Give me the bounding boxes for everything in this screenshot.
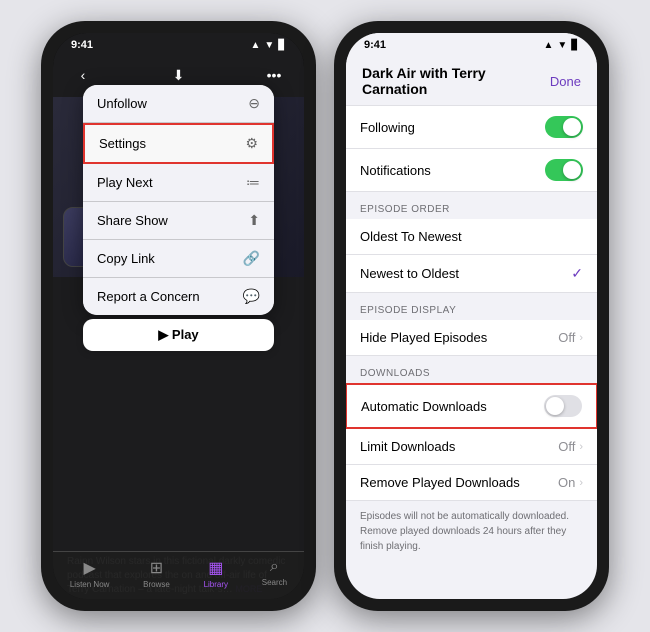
copy-link-icon: 🔗 xyxy=(243,250,260,267)
settings-header: Dark Air with Terry Carnation Done xyxy=(346,57,597,105)
row-newest-oldest[interactable]: Newest to Oldest ✓ xyxy=(346,255,597,293)
following-label: Following xyxy=(360,120,415,135)
dropdown-play-next[interactable]: Play Next ≔ xyxy=(83,164,274,202)
report-label: Report a Concern xyxy=(97,289,200,304)
notifications-label: Notifications xyxy=(360,163,431,178)
left-status-icons: ▲ ▼ ▊ xyxy=(250,40,286,51)
right-signal-icon: ▲ xyxy=(543,40,553,51)
play-button[interactable]: ▶ Play xyxy=(83,319,274,351)
right-phone: 9:41 ▲ ▼ ▊ Dark Air with Terry Carnation… xyxy=(334,21,609,611)
search-icon: ⌕ xyxy=(270,558,279,576)
limit-downloads-label: Limit Downloads xyxy=(360,439,455,454)
right-battery-icon: ▊ xyxy=(571,40,579,51)
row-oldest-newest[interactable]: Oldest To Newest xyxy=(346,219,597,255)
section-following: Following Notifications xyxy=(346,105,597,192)
dropdown-share[interactable]: Share Show ⬆ xyxy=(83,202,274,240)
dropdown-report[interactable]: Report a Concern 💬 xyxy=(83,278,274,315)
listen-now-icon: ▶ xyxy=(83,558,95,578)
automatic-downloads-toggle[interactable] xyxy=(544,395,582,417)
notifications-toggle-knob xyxy=(563,161,581,179)
tab-browse[interactable]: ⊞ Browse xyxy=(143,558,170,589)
tab-library[interactable]: ▦ Library xyxy=(204,558,228,589)
copy-link-label: Copy Link xyxy=(97,251,155,266)
play-next-label: Play Next xyxy=(97,175,153,190)
section-episode-order: EPISODE ORDER Oldest To Newest Newest to… xyxy=(346,192,597,293)
remove-played-value: On › xyxy=(558,475,583,490)
row-remove-played[interactable]: Remove Played Downloads On › xyxy=(346,465,597,501)
limit-downloads-value: Off › xyxy=(558,439,583,454)
share-icon: ⬆ xyxy=(248,212,260,229)
listen-now-label: Listen Now xyxy=(70,580,110,589)
library-icon: ▦ xyxy=(208,558,223,578)
settings-podcast-title: Dark Air with Terry Carnation xyxy=(362,65,550,97)
dropdown-unfollow[interactable]: Unfollow ⊖ xyxy=(83,85,274,123)
downloads-header: DOWNLOADS xyxy=(346,356,597,383)
row-hide-played[interactable]: Hide Played Episodes Off › xyxy=(346,320,597,356)
play-next-icon: ≔ xyxy=(246,174,260,191)
dropdown-menu: Unfollow ⊖ Settings ⚙ Play Next ≔ Share … xyxy=(83,85,274,315)
remove-played-label: Remove Played Downloads xyxy=(360,475,520,490)
row-following: Following xyxy=(346,105,597,149)
hide-played-label: Hide Played Episodes xyxy=(360,330,487,345)
row-limit-downloads[interactable]: Limit Downloads Off › xyxy=(346,429,597,465)
right-status-icons: ▲ ▼ ▊ xyxy=(543,40,579,51)
episode-order-header: EPISODE ORDER xyxy=(346,192,597,219)
share-label: Share Show xyxy=(97,213,168,228)
play-label: ▶ Play xyxy=(158,327,198,342)
newest-oldest-check: ✓ xyxy=(571,265,583,282)
row-notifications: Notifications xyxy=(346,149,597,192)
section-episode-display: EPISODE DISPLAY Hide Played Episodes Off… xyxy=(346,293,597,356)
oldest-newest-label: Oldest To Newest xyxy=(360,229,462,244)
unfollow-icon: ⊖ xyxy=(248,95,260,112)
right-time: 9:41 xyxy=(364,39,386,51)
left-time: 9:41 xyxy=(71,39,93,51)
dropdown-overlay: Unfollow ⊖ Settings ⚙ Play Next ≔ Share … xyxy=(83,85,274,351)
section-downloads: DOWNLOADS Automatic Downloads Limit Down… xyxy=(346,356,597,501)
wifi-icon: ▼ xyxy=(264,40,274,51)
left-status-bar: 9:41 ▲ ▼ ▊ xyxy=(53,33,304,53)
left-phone: 9:41 ▲ ▼ ▊ ‹ ⬇ ••• 🎙 Dark xyxy=(41,21,316,611)
signal-icon: ▲ xyxy=(250,40,260,51)
right-screen: 9:41 ▲ ▼ ▊ Dark Air with Terry Carnation… xyxy=(346,33,597,599)
following-toggle-knob xyxy=(563,118,581,136)
report-icon: 💬 xyxy=(243,288,260,305)
row-automatic-downloads[interactable]: Automatic Downloads xyxy=(346,383,597,429)
settings-icon: ⚙ xyxy=(245,135,258,152)
unfollow-label: Unfollow xyxy=(97,96,147,111)
done-button[interactable]: Done xyxy=(550,74,581,89)
automatic-downloads-knob xyxy=(546,397,564,415)
hide-played-chevron: › xyxy=(579,332,583,344)
downloads-info-text: Episodes will not be automatically downl… xyxy=(346,501,597,562)
left-screen: 9:41 ▲ ▼ ▊ ‹ ⬇ ••• 🎙 Dark xyxy=(53,33,304,599)
library-label: Library xyxy=(204,580,228,589)
browse-icon: ⊞ xyxy=(150,558,163,578)
right-wifi-icon: ▼ xyxy=(557,40,567,51)
limit-downloads-chevron: › xyxy=(579,441,583,453)
tab-listen-now[interactable]: ▶ Listen Now xyxy=(70,558,110,589)
following-toggle[interactable] xyxy=(545,116,583,138)
notifications-toggle[interactable] xyxy=(545,159,583,181)
tab-bar: ▶ Listen Now ⊞ Browse ▦ Library ⌕ Search xyxy=(53,551,304,599)
tab-search[interactable]: ⌕ Search xyxy=(262,558,287,589)
automatic-downloads-label: Automatic Downloads xyxy=(361,399,487,414)
newest-oldest-label: Newest to Oldest xyxy=(360,266,459,281)
search-label: Search xyxy=(262,578,287,587)
settings-label: Settings xyxy=(99,136,146,151)
battery-icon: ▊ xyxy=(278,40,286,51)
right-status-bar: 9:41 ▲ ▼ ▊ xyxy=(346,33,597,53)
episode-display-header: EPISODE DISPLAY xyxy=(346,293,597,320)
dropdown-copy-link[interactable]: Copy Link 🔗 xyxy=(83,240,274,278)
hide-played-value: Off › xyxy=(558,330,583,345)
dropdown-settings[interactable]: Settings ⚙ xyxy=(83,123,274,164)
remove-played-chevron: › xyxy=(579,477,583,489)
browse-label: Browse xyxy=(143,580,170,589)
